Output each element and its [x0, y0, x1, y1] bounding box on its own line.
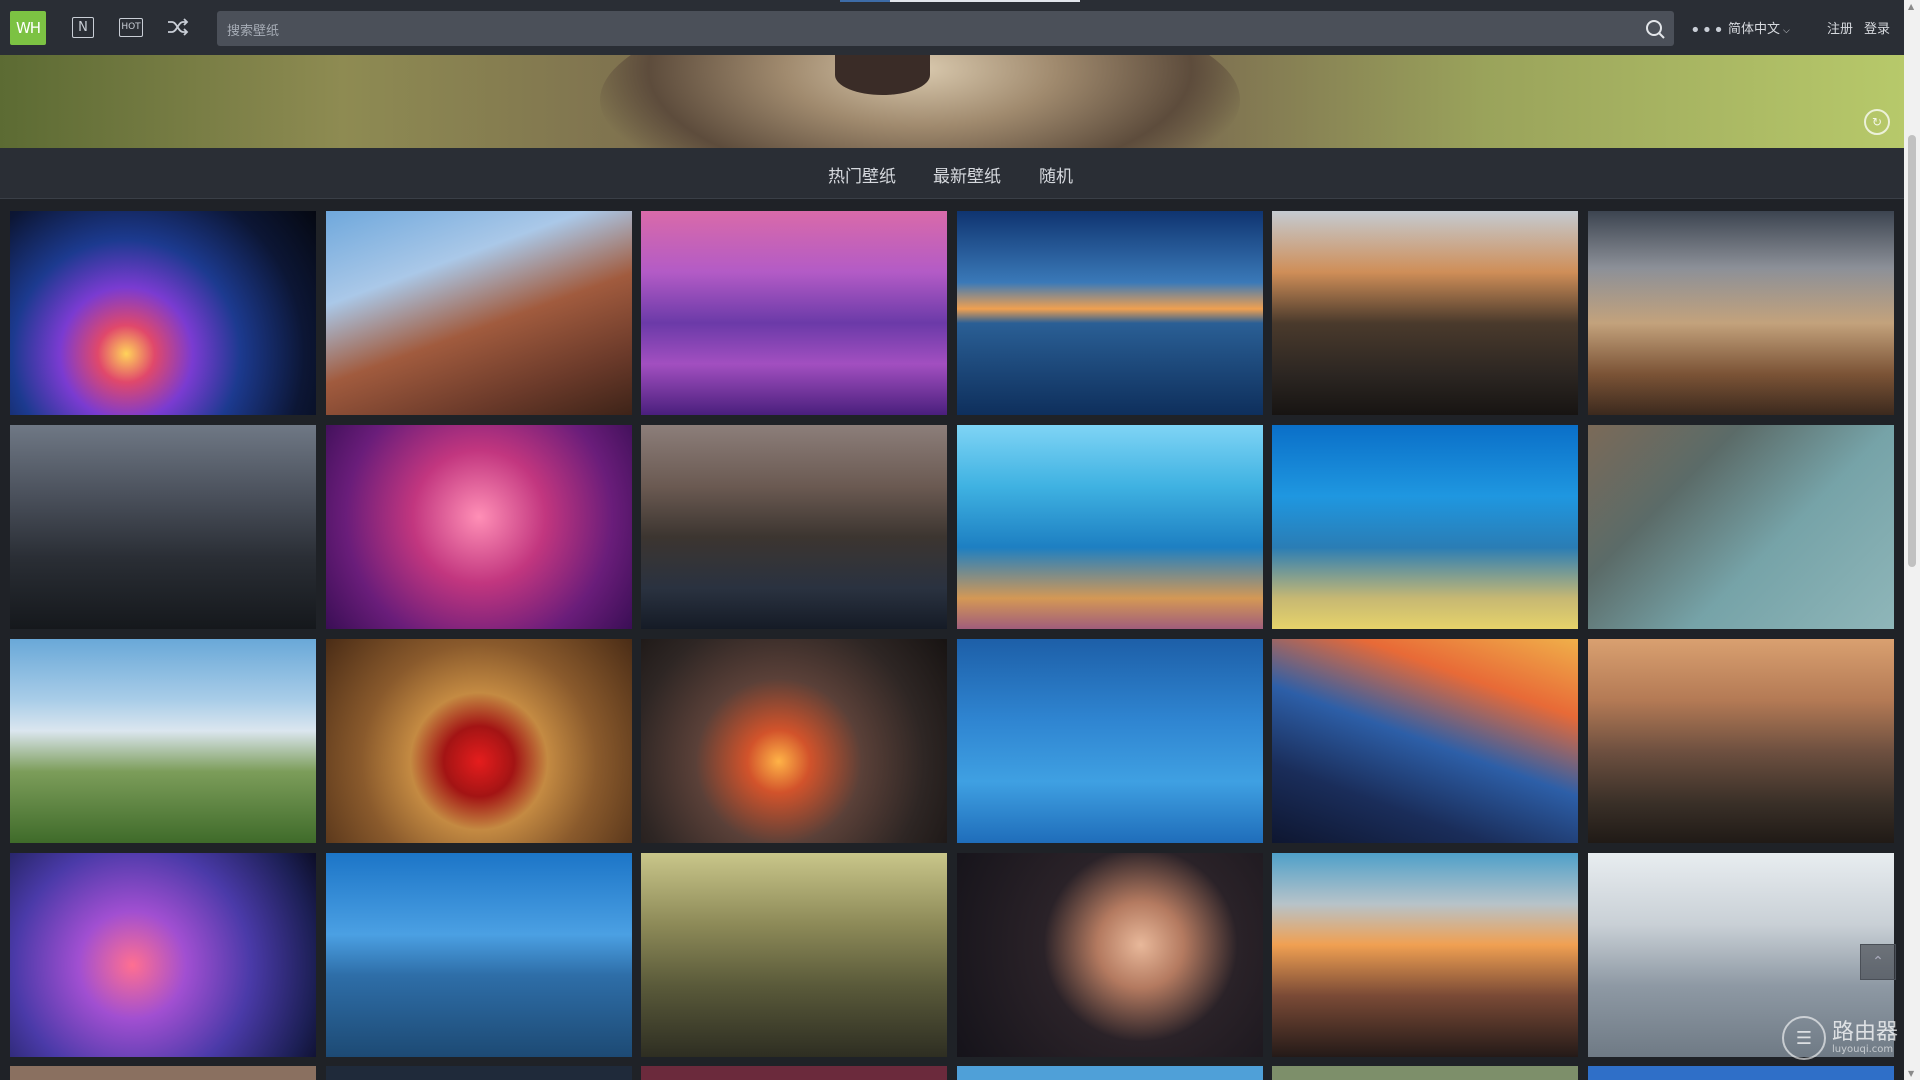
wallpaper-thumbnail[interactable] — [325, 211, 632, 415]
language-label: 简体中文 — [1728, 22, 1781, 37]
scroll-up-arrow-icon[interactable]: ▲ — [1908, 2, 1914, 11]
tab-random[interactable]: 随机 — [1039, 162, 1073, 187]
wallpaper-thumbnail[interactable] — [10, 425, 316, 629]
wallpaper-thumbnail[interactable] — [956, 425, 1263, 629]
wallpaper-thumbnail[interactable] — [1272, 211, 1579, 415]
wallpaper-thumbnail[interactable] — [10, 211, 316, 415]
page-scrollbar[interactable]: ▲ ▼ — [1904, 0, 1920, 1080]
wallpaper-thumbnail[interactable] — [641, 853, 948, 1057]
tab-latest-wallpapers[interactable]: 最新壁纸 — [933, 162, 1001, 187]
shuffle-icon — [168, 18, 189, 36]
wallpaper-thumbnail[interactable] — [325, 853, 632, 1057]
tab-hot-wallpapers[interactable]: 热门壁纸 — [828, 162, 896, 187]
hot-button[interactable]: HOT — [119, 16, 143, 38]
refresh-banner-icon[interactable]: ↻ — [1864, 109, 1890, 135]
search-input[interactable]: 搜索壁纸 — [217, 11, 1674, 46]
wallpaper-thumbnail[interactable] — [641, 639, 948, 843]
language-selector[interactable]: 简体中文 ⌵ — [1728, 18, 1790, 37]
wallpaper-thumbnail[interactable] — [1272, 639, 1579, 843]
search-placeholder: 搜索壁纸 — [227, 24, 280, 39]
wallpaper-thumbnail-partial[interactable] — [1588, 1066, 1894, 1080]
wallpaper-thumbnail[interactable] — [1272, 425, 1579, 629]
watermark-text: 路由器 — [1832, 1019, 1899, 1045]
loading-indicator — [840, 0, 890, 2]
hot-badge-icon: HOT — [119, 17, 143, 37]
wallpaper-thumbnail[interactable] — [10, 853, 316, 1057]
wallpaper-thumbnail[interactable] — [1588, 639, 1894, 843]
wallpaper-thumbnail[interactable] — [1588, 425, 1894, 629]
next-row-peek — [10, 1066, 1900, 1080]
top-bar: WH N HOT 搜索壁纸 ••• 简体中文 ⌵ 注册 登录 — [0, 0, 1904, 55]
scroll-thumb[interactable] — [1908, 135, 1916, 567]
wallpaper-thumbnail[interactable] — [641, 425, 948, 629]
wallpaper-thumbnail[interactable] — [956, 853, 1263, 1057]
random-button[interactable] — [166, 16, 190, 38]
wallpaper-thumbnail-partial[interactable] — [956, 1066, 1263, 1080]
wallpaper-thumbnail[interactable] — [956, 639, 1263, 843]
new-badge-icon: N — [72, 16, 94, 38]
category-tabs: 热门壁纸 最新壁纸 随机 — [0, 148, 1904, 199]
hero-banner: ↻ — [0, 55, 1904, 148]
chevron-down-icon: ⌵ — [1783, 26, 1790, 36]
wallpaper-thumbnail-partial[interactable] — [10, 1066, 316, 1080]
back-to-top-button[interactable]: ⌃ — [1860, 944, 1896, 980]
wallpaper-thumbnail[interactable] — [10, 639, 316, 843]
scroll-down-arrow-icon[interactable]: ▼ — [1908, 1069, 1914, 1078]
loading-indicator-bar — [890, 0, 1080, 2]
router-logo-icon: ☰ — [1782, 1016, 1826, 1060]
wallpaper-thumbnail[interactable] — [956, 211, 1263, 415]
wallpaper-thumbnail-partial[interactable] — [1272, 1066, 1579, 1080]
watermark-url: luyouqi.com — [1832, 1043, 1894, 1055]
wallpaper-thumbnail[interactable] — [1272, 853, 1579, 1057]
wallpaper-thumbnail[interactable] — [325, 639, 632, 843]
wallpaper-thumbnail-partial[interactable] — [641, 1066, 948, 1080]
wallpaper-thumbnail[interactable] — [1588, 211, 1894, 415]
wallpaper-thumbnail[interactable] — [325, 425, 632, 629]
newest-button[interactable]: N — [71, 16, 95, 38]
site-watermark: ☰ 路由器 luyouqi.com — [1782, 1016, 1898, 1060]
login-link[interactable]: 登录 — [1864, 18, 1890, 37]
more-options-icon[interactable]: ••• — [1690, 20, 1725, 41]
wallpaper-thumbnail[interactable] — [641, 211, 948, 415]
register-link[interactable]: 注册 — [1827, 18, 1853, 37]
site-logo[interactable]: WH — [10, 11, 46, 45]
search-icon[interactable] — [1644, 18, 1666, 40]
wallpaper-thumbnail-partial[interactable] — [325, 1066, 632, 1080]
